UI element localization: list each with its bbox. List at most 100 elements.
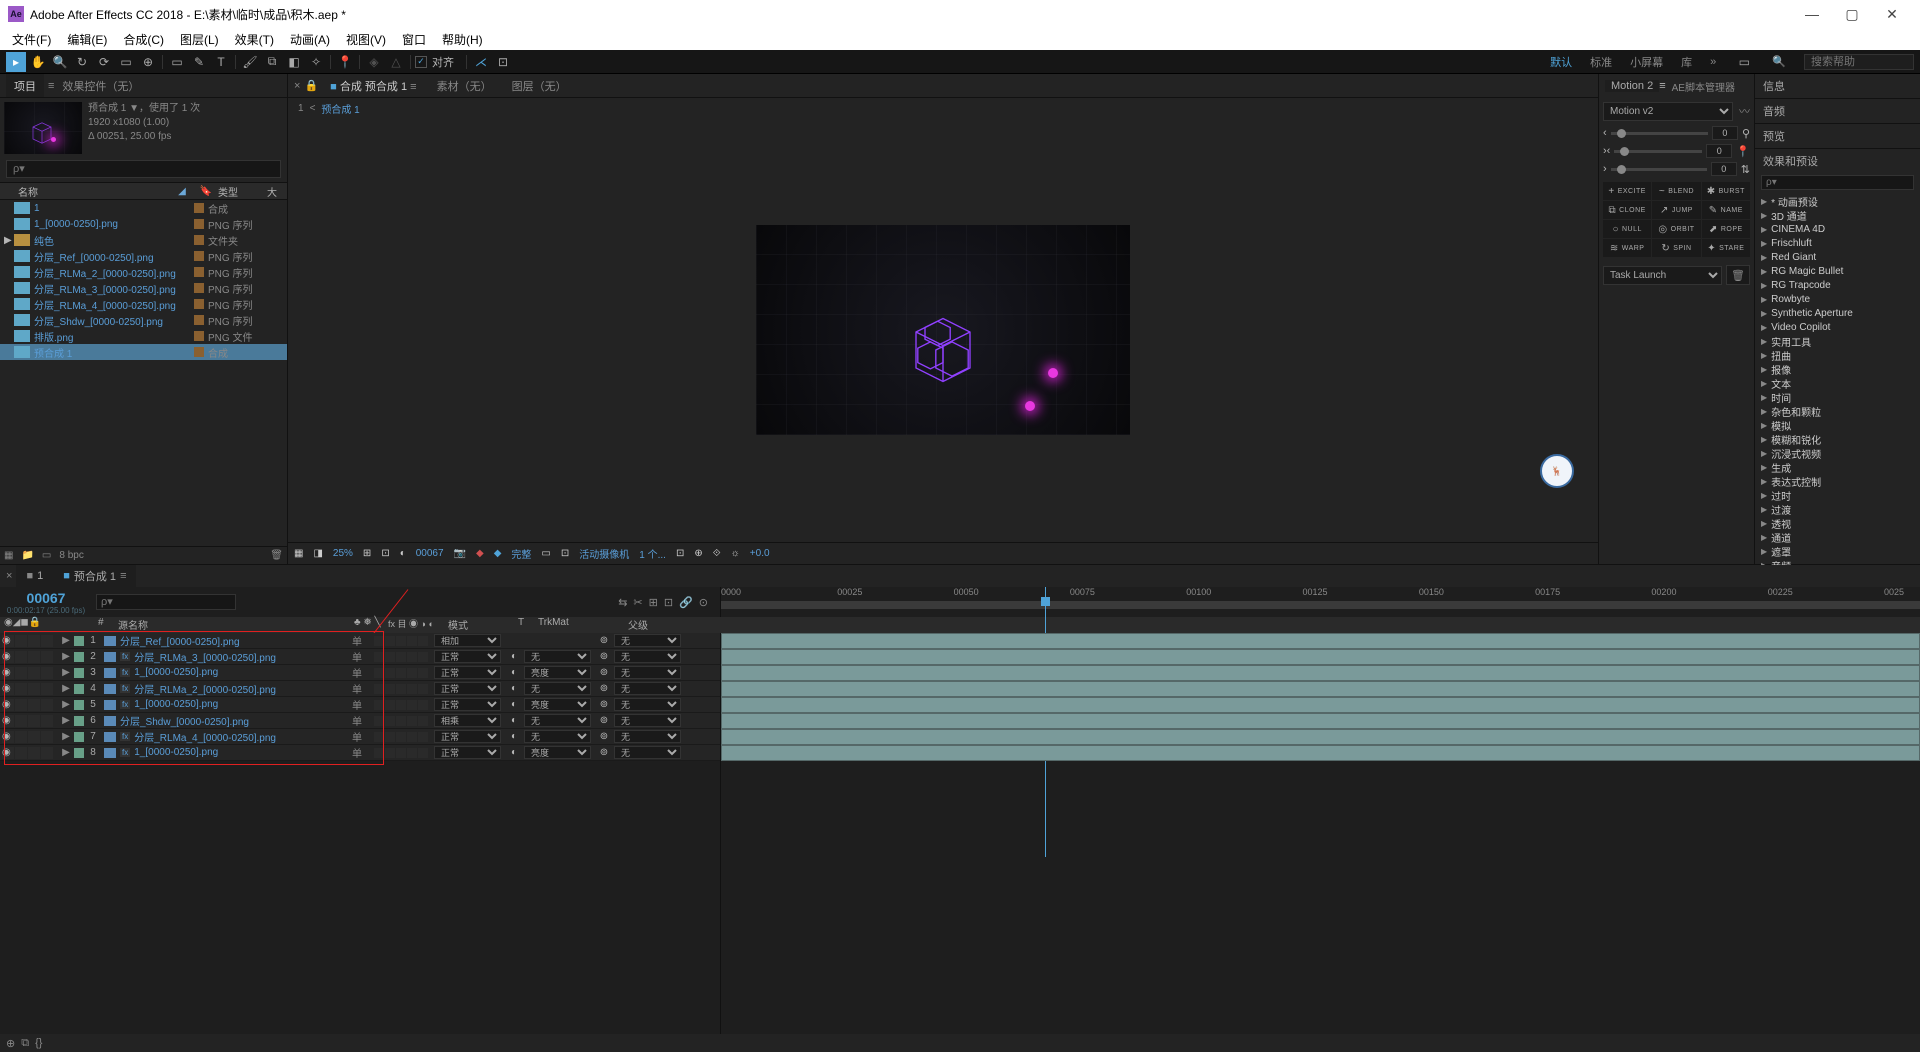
close-button[interactable]: ✕ (1872, 0, 1912, 28)
motion-btn-name[interactable]: ✎NAME (1702, 201, 1750, 219)
effect-category[interactable]: ▶时间 (1755, 390, 1920, 404)
eraser-tool[interactable]: ◧ (284, 52, 304, 72)
timeline-layer-row[interactable]: ◉ ▶4 fx分层_RLMa_2_[0000-0250].png 单 正常 ◐ … (0, 681, 720, 697)
timeline-layer-row[interactable]: ◉ ▶6 分层_Shdw_[0000-0250].png 单 相乘 ◐ 无 ⊚ … (0, 713, 720, 729)
interpret-icon[interactable]: ▦ (4, 550, 13, 561)
motion-btn-warp[interactable]: ≋WARP (1603, 239, 1651, 257)
effect-category[interactable]: ▶遮罩 (1755, 544, 1920, 558)
effect-category[interactable]: ▶模拟 (1755, 418, 1920, 432)
project-item[interactable]: 1_[0000-0250].pngPNG 序列 (0, 216, 287, 232)
3d-icon-1[interactable]: ▭ (541, 548, 550, 559)
tl-col-fx[interactable]: fx 目 ◉ ◑ ◐ (388, 617, 448, 633)
timeline-layer-row[interactable]: ◉ ▶5 fx1_[0000-0250].png 单 正常 ◐ 亮度 ⊚ 无 (0, 697, 720, 713)
workspace-more[interactable]: » (1710, 56, 1716, 68)
slider-arrow-bi[interactable]: ›‹ (1603, 145, 1610, 157)
effects-search[interactable] (1761, 175, 1914, 190)
layer-bar[interactable] (721, 633, 1920, 649)
timeline-layer-row[interactable]: ◉ ▶3 fx1_[0000-0250].png 单 正常 ◐ 亮度 ⊚ 无 (0, 665, 720, 681)
minimize-button[interactable]: — (1792, 0, 1832, 28)
trans-grid-icon[interactable]: ◆ (494, 548, 502, 559)
comp-close-icon[interactable]: × (294, 80, 300, 92)
layer-bar[interactable] (721, 649, 1920, 665)
project-item[interactable]: 1合成 (0, 200, 287, 216)
workspace-panel-icon[interactable]: ▭ (1734, 52, 1754, 72)
motion-val-x[interactable]: 0 (1712, 126, 1738, 140)
effect-category[interactable]: ▶RG Trapcode (1755, 278, 1920, 292)
layer-bar[interactable] (721, 745, 1920, 761)
channel-icon[interactable]: ◨ (313, 548, 322, 559)
tl-col-parent[interactable]: 父级 (628, 617, 698, 633)
effect-category[interactable]: ▶Rowbyte (1755, 292, 1920, 306)
text-tool[interactable]: T (211, 52, 231, 72)
motion-btn-clone[interactable]: ⧉CLONE (1603, 201, 1651, 219)
motion-btn-stare[interactable]: ✦STARE (1702, 239, 1750, 257)
slider-arrow-right[interactable]: › (1603, 163, 1607, 175)
motion-btn-rope[interactable]: ⬈ROPE (1702, 220, 1750, 238)
motion-btn-spin[interactable]: ↻SPIN (1652, 239, 1700, 257)
effect-category[interactable]: ▶文本 (1755, 376, 1920, 390)
menu-动画(A)[interactable]: 动画(A) (282, 28, 338, 50)
slider-arrow-left[interactable]: ‹ (1603, 127, 1607, 139)
effect-category[interactable]: ▶Synthetic Aperture (1755, 306, 1920, 320)
project-item[interactable]: ▶纯色文件夹 (0, 232, 287, 248)
grid-icon[interactable]: ⊡ (381, 548, 389, 559)
timeline-layer-row[interactable]: ◉ ▶2 fx分层_RLMa_3_[0000-0250].png 单 正常 ◐ … (0, 649, 720, 665)
hand-tool[interactable]: ✋ (28, 52, 48, 72)
motion-val-y[interactable]: 0 (1706, 144, 1732, 158)
snap-icon-1[interactable]: ⋌ (471, 52, 491, 72)
folder-icon[interactable]: 📁 (21, 550, 33, 561)
tl-col-trkmat[interactable]: TrkMat (538, 617, 608, 633)
col-tag-icon[interactable]: 🔖 (194, 186, 218, 197)
effect-category[interactable]: ▶* 动画预设 (1755, 194, 1920, 208)
menu-视图(V)[interactable]: 视图(V) (338, 28, 394, 50)
comp-lock-icon[interactable]: 🔒 (304, 79, 318, 92)
project-item[interactable]: 分层_Ref_[0000-0250].pngPNG 序列 (0, 248, 287, 264)
workspace-lib[interactable]: 库 (1681, 54, 1692, 70)
clone-tool[interactable]: ⧉ (262, 52, 282, 72)
exposure-value[interactable]: +0.0 (750, 548, 770, 559)
tl-close-icon[interactable]: × (6, 570, 12, 582)
layer-bar[interactable] (721, 713, 1920, 729)
effect-category[interactable]: ▶透视 (1755, 516, 1920, 530)
comp-tab-main[interactable]: ■ 合成 预合成 1 ≡ (322, 78, 424, 94)
motion-slider-y[interactable] (1614, 150, 1702, 153)
preview-panel-header[interactable]: 预览 (1755, 124, 1920, 148)
timeline-layer-row[interactable]: ◉ ▶1 分层_Ref_[0000-0250].png 单 相加 ⊚ 无 (0, 633, 720, 649)
composition-viewer[interactable]: 🦌 (288, 118, 1598, 542)
comp-tab-footage[interactable]: 素材（无） (429, 78, 500, 94)
motion-btn-burst[interactable]: ✱BURST (1702, 182, 1750, 200)
toggle-3[interactable]: {} (35, 1037, 42, 1049)
bpc-button[interactable]: 8 bpc (59, 550, 83, 561)
tl-col-vis[interactable]: ◉◢◼🔒 (0, 617, 60, 633)
workspace-small[interactable]: 小屏幕 (1630, 54, 1663, 70)
project-item[interactable]: 排版.pngPNG 文件 (0, 328, 287, 344)
timeline-search[interactable] (96, 594, 236, 610)
pen-tool[interactable]: ✎ (189, 52, 209, 72)
new-comp-icon[interactable]: ▭ (42, 550, 51, 561)
rotate-tool[interactable]: ⟳ (94, 52, 114, 72)
roto-tool[interactable]: ✧ (306, 52, 326, 72)
camera-tool[interactable]: ▭ (116, 52, 136, 72)
roi-icon[interactable]: ◆ (476, 548, 484, 559)
current-time[interactable]: 00067 (6, 590, 86, 606)
3d-icon-2[interactable]: ⊡ (561, 548, 569, 559)
project-item[interactable]: 分层_RLMa_3_[0000-0250].pngPNG 序列 (0, 280, 287, 296)
camera-dropdown[interactable]: 活动摄像机 (579, 546, 629, 561)
effect-category[interactable]: ▶杂色和颗粒 (1755, 404, 1920, 418)
pin-icon[interactable]: 📍 (1736, 145, 1750, 158)
effect-category[interactable]: ▶模糊和锐化 (1755, 432, 1920, 446)
tl-icon-3[interactable]: ⊞ (649, 596, 658, 609)
motion-wave-icon[interactable]: 〰 (1739, 103, 1750, 119)
pan-behind-tool[interactable]: ⊕ (138, 52, 158, 72)
workspace-default[interactable]: 默认 (1550, 54, 1572, 70)
effect-category[interactable]: ▶表达式控制 (1755, 474, 1920, 488)
audio-panel-header[interactable]: 音频 (1755, 99, 1920, 123)
timeline-layer-row[interactable]: ◉ ▶7 fx分层_RLMa_4_[0000-0250].png 单 正常 ◐ … (0, 729, 720, 745)
project-item[interactable]: 分层_Shdw_[0000-0250].pngPNG 序列 (0, 312, 287, 328)
tl-col-mode[interactable]: 模式 (448, 617, 518, 633)
menu-窗口[interactable]: 窗口 (394, 28, 434, 50)
tl-icon-1[interactable]: ⇆ (618, 596, 627, 609)
exposure-icon[interactable]: ☼ (731, 548, 740, 559)
script-manager-tab[interactable]: AE脚本管理器 (1666, 79, 1741, 94)
effect-category[interactable]: ▶CINEMA 4D (1755, 222, 1920, 236)
